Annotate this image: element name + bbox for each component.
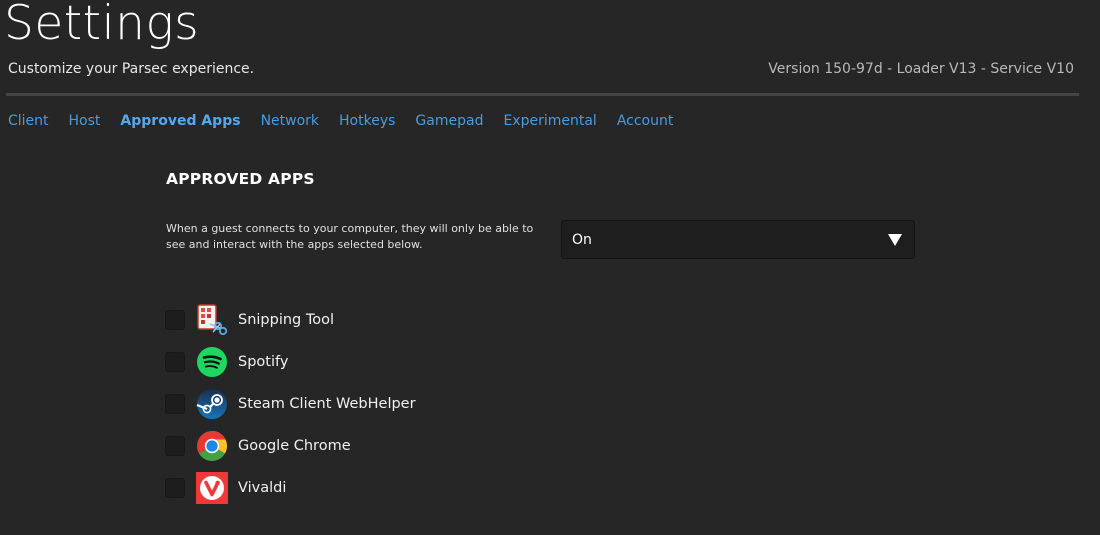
page-subtitle: Customize your Parsec experience. bbox=[8, 61, 255, 77]
list-item: Vivaldi bbox=[165, 468, 465, 510]
list-item: Google Chrome bbox=[165, 426, 465, 468]
app-label-chrome: Google Chrome bbox=[238, 438, 351, 454]
version-info: Version 150-97d - Loader V13 - Service V… bbox=[768, 61, 1074, 77]
dropdown-arrow-icon bbox=[888, 234, 902, 246]
tab-client[interactable]: Client bbox=[8, 113, 49, 129]
section-description: When a guest connects to your computer, … bbox=[166, 222, 534, 251]
tab-host[interactable]: Host bbox=[69, 113, 101, 129]
chrome-icon bbox=[197, 431, 227, 461]
approved-apps-select[interactable]: On bbox=[561, 220, 915, 259]
settings-page: Settings Customize your Parsec experienc… bbox=[0, 0, 1100, 535]
steam-icon bbox=[196, 389, 227, 419]
tab-approved-apps[interactable]: Approved Apps bbox=[120, 113, 240, 129]
tab-account[interactable]: Account bbox=[617, 113, 674, 129]
section-title: APPROVED APPS bbox=[166, 170, 315, 188]
list-item: Snipping Tool bbox=[165, 300, 465, 342]
app-label-snipping-tool: Snipping Tool bbox=[238, 312, 335, 328]
list-item: Spotify bbox=[165, 342, 465, 384]
app-label-steam: Steam Client WebHelper bbox=[238, 396, 416, 412]
app-checkbox-spotify[interactable] bbox=[165, 352, 185, 372]
vivaldi-icon bbox=[196, 472, 228, 504]
tab-experimental[interactable]: Experimental bbox=[503, 113, 596, 129]
tab-hotkeys[interactable]: Hotkeys bbox=[339, 113, 395, 129]
approved-apps-list: Snipping Tool Spotify Steam Client WebHe… bbox=[165, 300, 465, 510]
app-checkbox-snipping-tool[interactable] bbox=[165, 310, 185, 330]
tab-gamepad[interactable]: Gamepad bbox=[415, 113, 483, 129]
tab-network[interactable]: Network bbox=[261, 113, 319, 129]
app-label-vivaldi: Vivaldi bbox=[238, 480, 287, 496]
select-value: On bbox=[572, 232, 592, 248]
app-checkbox-vivaldi[interactable] bbox=[165, 478, 185, 498]
settings-tabs: Client Host Approved Apps Network Hotkey… bbox=[8, 113, 673, 129]
header-divider bbox=[6, 93, 1079, 96]
app-checkbox-steam[interactable] bbox=[165, 394, 185, 414]
app-checkbox-chrome[interactable] bbox=[165, 436, 185, 456]
snipping-tool-icon bbox=[197, 304, 228, 336]
page-title: Settings bbox=[4, 0, 200, 51]
app-label-spotify: Spotify bbox=[238, 354, 289, 370]
list-item: Steam Client WebHelper bbox=[165, 384, 465, 426]
spotify-icon bbox=[197, 347, 227, 377]
